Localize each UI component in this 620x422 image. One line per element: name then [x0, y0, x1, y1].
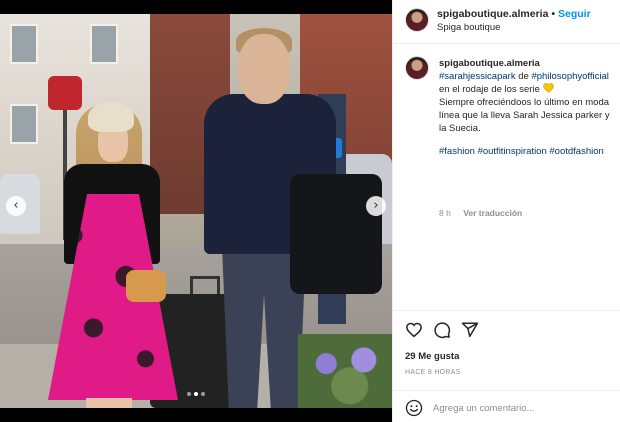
chevron-left-icon[interactable]: ‹: [6, 196, 26, 216]
hashtag-link[interactable]: #sarahjessicapark: [439, 71, 516, 82]
comment-bar: [393, 390, 620, 422]
translate-button[interactable]: Ver traducción: [463, 208, 522, 218]
profile-avatar-icon[interactable]: [405, 8, 429, 32]
likes-count[interactable]: 29 Me gusta: [405, 351, 459, 362]
man-coat: [290, 174, 382, 294]
comment-input[interactable]: [433, 400, 613, 416]
hashtag-link[interactable]: #outfitinspiration: [478, 146, 547, 157]
caption-fragment: en el rodaje de los serie: [439, 84, 543, 95]
post-photo[interactable]: [0, 14, 392, 408]
hashtag-list: #fashion #outfitinspiration #ootdfashion: [439, 145, 617, 158]
caption-fragment: Siempre ofreciéndoos lo último en moda l…: [439, 97, 610, 134]
profile-avatar-icon[interactable]: [405, 56, 429, 80]
woman-bag: [126, 270, 166, 302]
follow-button[interactable]: Seguir: [558, 8, 591, 20]
yellow-heart-icon: [542, 83, 554, 95]
chevron-right-icon[interactable]: ›: [366, 196, 386, 216]
carousel-dot-active[interactable]: [194, 392, 198, 396]
stop-sign: [48, 76, 82, 110]
caption-username[interactable]: spigaboutique.almeria: [439, 58, 540, 69]
header-username[interactable]: spigaboutique.almeria: [437, 8, 548, 20]
woman-legs: [86, 398, 132, 408]
flower-bed: [298, 334, 392, 408]
header-username-line: spigaboutique.almeria • Seguir: [437, 8, 591, 20]
smiley-icon[interactable]: [405, 399, 423, 417]
caption-time: 8 h: [439, 208, 451, 218]
caption-meta: 8 h Ver traducción: [439, 208, 532, 218]
post-sidebar: spigaboutique.almeria • Seguir Spiga bou…: [392, 0, 620, 422]
hashtag-link[interactable]: #fashion: [439, 146, 475, 157]
post-timestamp: HACE 8 HORAS: [405, 369, 461, 376]
heart-outline-icon[interactable]: [405, 321, 423, 339]
carousel-dot[interactable]: [201, 392, 205, 396]
header-separator: •: [551, 8, 556, 20]
post-header: spigaboutique.almeria • Seguir Spiga bou…: [393, 0, 620, 44]
post-media: ‹ ›: [0, 0, 392, 422]
caption-section: spigaboutique.almeria #sarahjessicapark …: [393, 44, 620, 310]
carousel-dot[interactable]: [187, 392, 191, 396]
hashtag-link[interactable]: #philosophyofficial: [531, 71, 608, 82]
man-head: [238, 34, 290, 104]
post-location[interactable]: Spiga boutique: [437, 22, 500, 33]
caption-text: spigaboutique.almeria #sarahjessicapark …: [439, 57, 617, 158]
comment-bubble-icon[interactable]: [433, 321, 451, 339]
paper-plane-icon[interactable]: [461, 321, 479, 339]
hashtag-link[interactable]: #ootdfashion: [549, 146, 603, 157]
carousel-dots: [0, 392, 392, 396]
woman-hat: [88, 102, 134, 132]
caption-fragment: de: [515, 71, 532, 82]
